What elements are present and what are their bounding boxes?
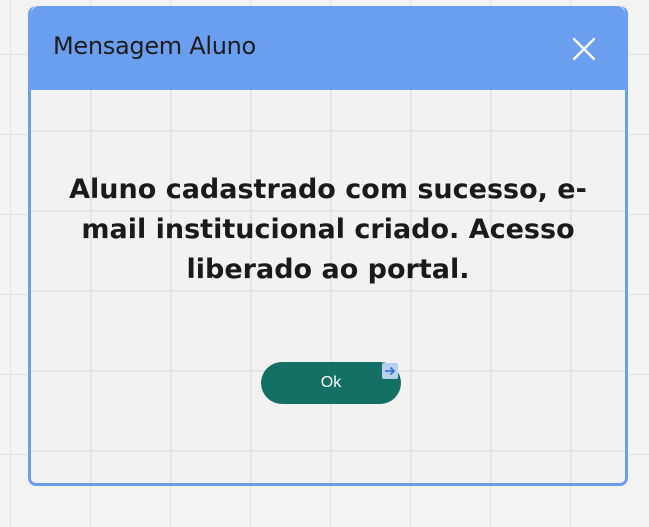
- ok-button[interactable]: Ok: [261, 362, 401, 404]
- arrow-right-icon: [382, 363, 398, 379]
- close-icon: [572, 37, 596, 61]
- dialog-message: Aluno cadastrado com sucesso, e-mail ins…: [69, 174, 587, 285]
- dialog-title: Mensagem Aluno: [53, 32, 256, 60]
- dialog-header: Mensagem Aluno: [31, 6, 625, 90]
- close-button[interactable]: [571, 36, 597, 62]
- message-dialog: Mensagem Aluno Aluno cadastrado com suce…: [28, 6, 628, 486]
